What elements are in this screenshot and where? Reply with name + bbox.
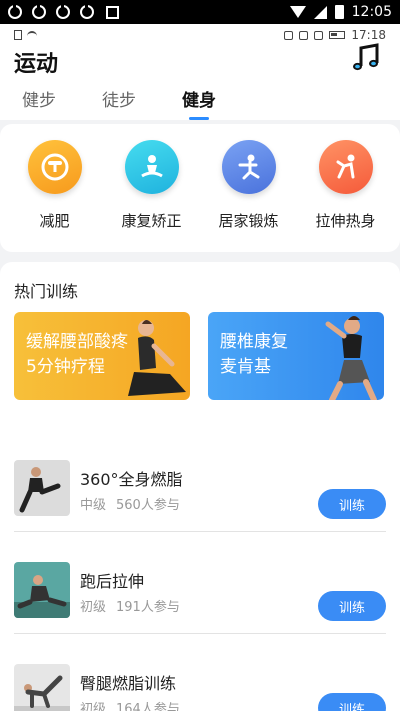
tab-bar: 健步 徒步 健身 bbox=[0, 86, 400, 118]
category-stretch[interactable]: 拉伸热身 bbox=[301, 140, 391, 252]
course-name: 360°全身燃脂 bbox=[80, 470, 183, 489]
course-participants: 191人参与 bbox=[116, 600, 180, 615]
sync-icon bbox=[32, 4, 46, 19]
vibrate-icon bbox=[314, 30, 324, 40]
wifi-icon bbox=[27, 31, 37, 39]
signal-icon bbox=[313, 5, 327, 19]
course-list: 360°全身燃脂 中级 560人参与 训练 跑后拉伸 初级 191人参与 训练 bbox=[0, 430, 400, 711]
stretch-icon bbox=[318, 140, 373, 194]
bluetooth-icon bbox=[299, 30, 309, 40]
category-card: 减肥 康复矫正 居家锻炼 拉伸热身 bbox=[0, 124, 400, 252]
course-level: 初级 bbox=[80, 702, 107, 711]
sync-icon bbox=[8, 4, 22, 19]
category-home-workout[interactable]: 居家锻炼 bbox=[204, 140, 294, 252]
train-button[interactable]: 训练 bbox=[318, 693, 386, 711]
sync-icon bbox=[80, 4, 94, 19]
course-meta: 中级 560人参与 bbox=[80, 494, 180, 513]
athlete-image bbox=[128, 320, 186, 396]
battery-icon bbox=[334, 5, 344, 19]
category-rehab[interactable]: 康复矫正 bbox=[107, 140, 197, 252]
category-label: 拉伸热身 bbox=[315, 212, 376, 230]
banner-lumbar-relief[interactable]: 缓解腰部酸疼 5分钟疗程 bbox=[14, 312, 190, 400]
meditation-icon bbox=[124, 140, 179, 194]
system-status-bar: 12:05 bbox=[0, 0, 400, 24]
banner-text: 缓解腰部酸疼 5分钟疗程 bbox=[26, 332, 128, 377]
list-item[interactable]: 跑后拉伸 初级 191人参与 训练 bbox=[14, 532, 386, 634]
home-workout-icon bbox=[221, 140, 276, 194]
category-weight-loss[interactable]: 减肥 bbox=[10, 140, 100, 252]
athlete-image bbox=[325, 316, 377, 400]
tab-jianbu[interactable]: 健步 bbox=[22, 86, 56, 118]
course-meta: 初级 191人参与 bbox=[80, 596, 180, 615]
tab-tubu[interactable]: 徒步 bbox=[102, 86, 136, 118]
banner-text: 腰椎康复 麦肯基 bbox=[220, 332, 288, 377]
tab-jianshen[interactable]: 健身 bbox=[182, 86, 216, 118]
course-meta: 初级 164人参与 bbox=[80, 698, 180, 711]
course-thumbnail bbox=[14, 562, 70, 618]
course-level: 中级 bbox=[80, 498, 107, 513]
train-button[interactable]: 训练 bbox=[318, 591, 386, 621]
category-label: 康复矫正 bbox=[121, 212, 182, 230]
app-screen: 17:18 运动 健步 徒步 健身 减肥 康复矫正 居家锻炼 拉伸热身 热门训练… bbox=[0, 24, 400, 711]
system-time: 12:05 bbox=[351, 4, 392, 20]
wifi-icon bbox=[289, 6, 306, 18]
category-label: 减肥 bbox=[39, 212, 70, 230]
course-name: 跑后拉伸 bbox=[80, 572, 145, 591]
course-thumbnail bbox=[14, 460, 70, 516]
banner-mckenzie[interactable]: 腰椎康复 麦肯基 bbox=[208, 312, 384, 400]
list-item[interactable]: 360°全身燃脂 中级 560人参与 训练 bbox=[14, 430, 386, 532]
course-thumbnail bbox=[14, 664, 70, 711]
hot-training-section: 热门训练 缓解腰部酸疼 5分钟疗程 腰椎康复 麦肯基 360°全身燃脂 中级 5… bbox=[0, 262, 400, 711]
section-title: 热门训练 bbox=[14, 282, 79, 301]
category-label: 居家锻炼 bbox=[218, 212, 279, 230]
app-status-bar: 17:18 bbox=[14, 27, 386, 43]
course-participants: 164人参与 bbox=[116, 702, 180, 711]
document-icon bbox=[14, 30, 22, 40]
scale-icon bbox=[27, 140, 82, 194]
course-level: 初级 bbox=[80, 600, 107, 615]
sync-icon bbox=[56, 4, 70, 19]
list-item[interactable]: 臀腿燃脂训练 初级 164人参与 训练 bbox=[14, 634, 386, 711]
music-icon[interactable] bbox=[350, 42, 382, 74]
eye-icon bbox=[284, 30, 294, 40]
battery-icon bbox=[329, 31, 346, 39]
app-time: 17:18 bbox=[351, 28, 386, 42]
course-participants: 560人参与 bbox=[116, 498, 180, 513]
train-button[interactable]: 训练 bbox=[318, 489, 386, 519]
header: 17:18 运动 健步 徒步 健身 bbox=[0, 24, 400, 120]
page-title: 运动 bbox=[14, 52, 59, 77]
qr-icon bbox=[106, 5, 119, 19]
course-name: 臀腿燃脂训练 bbox=[80, 674, 177, 693]
